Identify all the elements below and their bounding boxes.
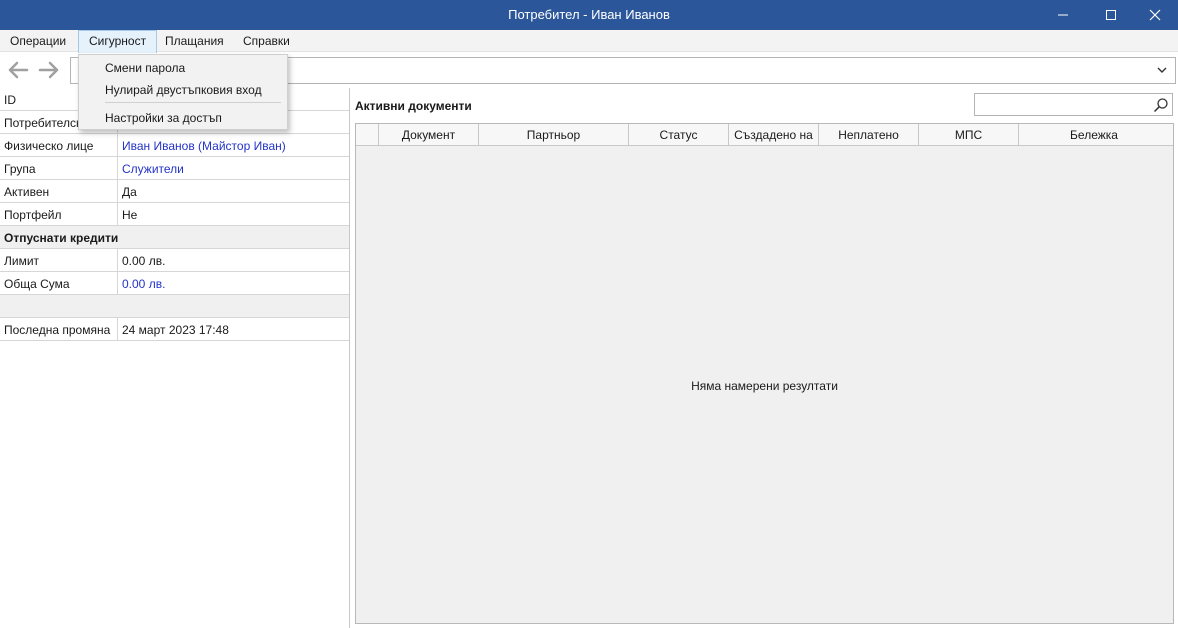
documents-panel: Активни документи Документ Партньор Стат… xyxy=(351,88,1178,628)
access-settings-item[interactable]: Настройки за достъп xyxy=(79,107,287,129)
documents-title: Активни документи xyxy=(355,99,472,113)
row-selector-header xyxy=(356,124,379,146)
last-change-label: Последна промяна xyxy=(4,323,111,337)
close-button[interactable] xyxy=(1132,0,1178,30)
menu-reports[interactable]: Справки xyxy=(233,30,300,52)
limit-label: Лимит xyxy=(4,254,40,268)
menu-bar: Операции Сигурност Плащания Справки xyxy=(0,30,1178,53)
active-label: Активен xyxy=(4,185,50,199)
credits-section-header: Отпуснати кредити xyxy=(0,226,349,249)
active-value: Да xyxy=(122,185,137,199)
empty-message: Няма намерени резултати xyxy=(691,379,838,393)
last-change-value: 24 март 2023 17:48 xyxy=(122,323,229,337)
user-label: Потребителск xyxy=(4,116,82,130)
total-link[interactable]: 0.00 лв. xyxy=(122,277,165,291)
group-row: Група Служители xyxy=(0,157,349,180)
active-row: Активен Да xyxy=(0,180,349,203)
column-status[interactable]: Статус xyxy=(629,124,729,146)
search-icon[interactable] xyxy=(1153,97,1169,113)
reset-2fa-item[interactable]: Нулирай двустъпковия вход xyxy=(79,79,287,101)
search-input[interactable] xyxy=(974,93,1173,116)
limit-value: 0.00 лв. xyxy=(122,254,166,268)
maximize-icon xyxy=(1106,10,1116,20)
documents-grid[interactable]: Документ Партньор Статус Създадено на Не… xyxy=(355,123,1174,624)
window-title: Потребител - Иван Иванов xyxy=(508,7,670,22)
column-unpaid[interactable]: Неплатено xyxy=(819,124,919,146)
empty-section-row xyxy=(0,295,349,318)
person-label: Физическо лице xyxy=(4,139,94,153)
portfolio-label: Портфейл xyxy=(4,208,62,222)
back-arrow-icon[interactable] xyxy=(7,61,29,79)
portfolio-row: Портфейл Не xyxy=(0,203,349,226)
dropdown-separator xyxy=(105,102,281,103)
menu-payments[interactable]: Плащания xyxy=(155,30,234,52)
last-change-row: Последна промяна 24 март 2023 17:48 xyxy=(0,318,349,341)
column-partner[interactable]: Партньор xyxy=(479,124,629,146)
security-dropdown: Смени парола Нулирай двустъпковия вход Н… xyxy=(78,54,288,130)
total-row: Обща Сума 0.00 лв. xyxy=(0,272,349,295)
grid-header: Документ Партньор Статус Създадено на Не… xyxy=(356,124,1173,146)
title-bar: Потребител - Иван Иванов xyxy=(0,0,1178,30)
forward-arrow-icon[interactable] xyxy=(38,61,60,79)
group-link[interactable]: Служители xyxy=(122,162,184,176)
total-label: Обща Сума xyxy=(4,277,70,291)
column-created[interactable]: Създадено на xyxy=(729,124,819,146)
limit-row: Лимит 0.00 лв. xyxy=(0,249,349,272)
person-row: Физическо лице Иван Иванов (Майстор Иван… xyxy=(0,134,349,157)
column-vehicle[interactable]: МПС xyxy=(919,124,1019,146)
portfolio-value: Не xyxy=(122,208,138,222)
column-document[interactable]: Документ xyxy=(379,124,479,146)
details-panel: ID Потребителск Физическо лице Иван Иван… xyxy=(0,88,350,628)
minimize-button[interactable] xyxy=(1040,0,1086,30)
maximize-button[interactable] xyxy=(1088,0,1134,30)
id-label: ID xyxy=(4,93,16,107)
close-icon xyxy=(1149,9,1161,21)
column-note[interactable]: Бележка xyxy=(1019,124,1169,146)
chevron-down-icon[interactable] xyxy=(1157,66,1167,74)
person-link[interactable]: Иван Иванов (Майстор Иван) xyxy=(122,139,286,153)
minimize-icon xyxy=(1058,14,1068,16)
credits-section-title: Отпуснати кредити xyxy=(4,231,119,245)
group-label: Група xyxy=(4,162,36,176)
menu-operations[interactable]: Операции xyxy=(0,30,76,52)
menu-security[interactable]: Сигурност xyxy=(78,30,158,53)
change-password-item[interactable]: Смени парола xyxy=(79,57,287,79)
